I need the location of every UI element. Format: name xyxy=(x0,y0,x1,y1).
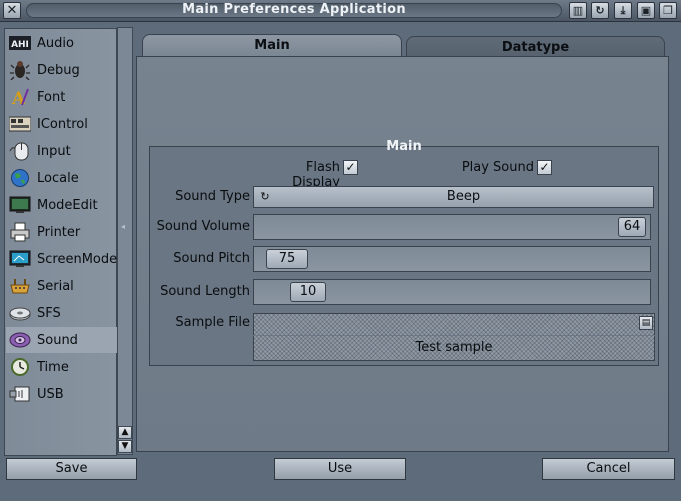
scroll-up-icon[interactable]: ▲ xyxy=(118,426,132,439)
cancel-button[interactable]: Cancel xyxy=(542,458,675,480)
sidebar-item-label: Locale xyxy=(37,170,79,186)
scroll-down-icon[interactable]: ▼ xyxy=(118,440,132,453)
screen-icon xyxy=(9,249,31,269)
monitor-icon xyxy=(9,195,31,215)
zoom-icon[interactable]: ▣ xyxy=(637,2,655,19)
font-icon: A xyxy=(9,87,31,107)
tab-main[interactable]: Main xyxy=(142,34,402,57)
speaker-icon xyxy=(9,330,31,350)
sidebar-item-screenmode[interactable]: ScreenMode xyxy=(6,246,117,272)
sidebar-item-input[interactable]: Input xyxy=(6,138,117,164)
globe-icon xyxy=(9,168,31,188)
serial-icon xyxy=(9,276,31,296)
sidebar-item-label: USB xyxy=(37,386,64,402)
usb-icon xyxy=(9,384,31,404)
close-icon[interactable]: ✕ xyxy=(3,2,21,19)
sidebar-item-label: IControl xyxy=(37,116,88,132)
sidebar-item-label: Time xyxy=(37,359,69,375)
sound-pitch-knob[interactable]: 75 xyxy=(266,249,308,269)
minimize-icon[interactable]: ⤓ xyxy=(614,2,632,19)
sidebar-item-label: ScreenMode xyxy=(37,251,118,267)
window-title: Main Preferences Application xyxy=(182,2,406,17)
bug-icon xyxy=(9,60,31,80)
sidebar-item-debug[interactable]: Debug xyxy=(6,57,117,83)
clock-icon xyxy=(9,357,31,377)
sidebar-item-sfs[interactable]: SFS xyxy=(6,300,117,326)
ahi-icon: AHI xyxy=(9,33,31,53)
sidebar-item-label: Serial xyxy=(37,278,74,294)
sidebar-item-label: Input xyxy=(37,143,71,159)
tab-datatype[interactable]: Datatype xyxy=(406,36,665,58)
sidebar-item-icontrol[interactable]: IControl xyxy=(6,111,117,137)
sidebar-item-serial[interactable]: Serial xyxy=(6,273,117,299)
sound-length-knob[interactable]: 10 xyxy=(290,282,326,302)
sidebar-item-label: ModeEdit xyxy=(37,197,98,213)
test-sample-button[interactable]: Test sample xyxy=(253,340,655,355)
sound-type-label: Sound Type xyxy=(175,189,250,204)
sidebar-item-label: Audio xyxy=(37,35,74,51)
sound-pitch-slider[interactable]: 75 xyxy=(253,246,651,272)
disk-icon xyxy=(9,303,31,323)
sidebar-item-time[interactable]: Time xyxy=(6,354,117,380)
sidebar-item-sound[interactable]: Sound xyxy=(6,327,117,353)
sidebar-item-audio[interactable]: AHI Audio xyxy=(6,30,117,56)
play-sound-label: Play Sound xyxy=(461,160,534,175)
sidebar-item-font[interactable]: A Font xyxy=(6,84,117,110)
sidebar-item-label: Font xyxy=(37,89,66,105)
play-sound-checkbox[interactable]: ✓ xyxy=(537,160,552,175)
icontrol-icon xyxy=(9,114,31,134)
sidebar-list[interactable]: AHI Audio Debug A Font IControl Input Lo… xyxy=(4,28,117,456)
sidebar-item-usb[interactable]: USB xyxy=(6,381,117,407)
group-title: Main xyxy=(386,139,422,154)
sample-file-divider xyxy=(253,335,655,336)
sidebar-item-modeedit[interactable]: ModeEdit xyxy=(6,192,117,218)
sample-file-label: Sample File xyxy=(175,315,250,330)
snapshot-icon[interactable]: ↻ xyxy=(591,2,609,19)
sidebar-scrollbar[interactable]: ▲ ▼ xyxy=(117,27,133,455)
svg-text:AHI: AHI xyxy=(11,40,29,50)
file-popup-icon[interactable]: ▤ xyxy=(639,316,653,330)
flash-display-checkbox[interactable]: ✓ xyxy=(343,160,358,175)
title-bar[interactable]: ✕ Main Preferences Application ▥ ↻ ⤓ ▣ ❐ xyxy=(0,0,681,22)
sidebar-item-label: Debug xyxy=(37,62,80,78)
sidebar-item-label: Sound xyxy=(37,332,78,348)
balance-handle-icon[interactable]: ◂ xyxy=(121,223,126,231)
cycle-icon: ↻ xyxy=(260,190,270,203)
mouse-icon xyxy=(9,141,31,161)
sound-volume-knob[interactable]: 64 xyxy=(618,217,646,237)
sound-pitch-label: Sound Pitch xyxy=(173,251,250,266)
sidebar-item-label: Printer xyxy=(37,224,81,240)
sidebar-item-label: SFS xyxy=(37,305,61,321)
sound-volume-slider[interactable]: 64 xyxy=(253,214,651,240)
sidebar-item-locale[interactable]: Locale xyxy=(6,165,117,191)
sound-length-label: Sound Length xyxy=(160,284,250,299)
sound-type-value: Beep xyxy=(446,189,481,204)
iconify-icon[interactable]: ▥ xyxy=(569,2,587,19)
sidebar-item-printer[interactable]: Printer xyxy=(6,219,117,245)
sound-length-slider[interactable]: 10 xyxy=(253,279,651,305)
use-button[interactable]: Use xyxy=(274,458,406,480)
sound-type-cycle[interactable]: ↻ Beep xyxy=(253,186,654,208)
printer-icon xyxy=(9,222,31,242)
sound-volume-label: Sound Volume xyxy=(156,219,250,234)
depth-icon[interactable]: ❐ xyxy=(659,2,677,19)
save-button[interactable]: Save xyxy=(6,458,137,480)
